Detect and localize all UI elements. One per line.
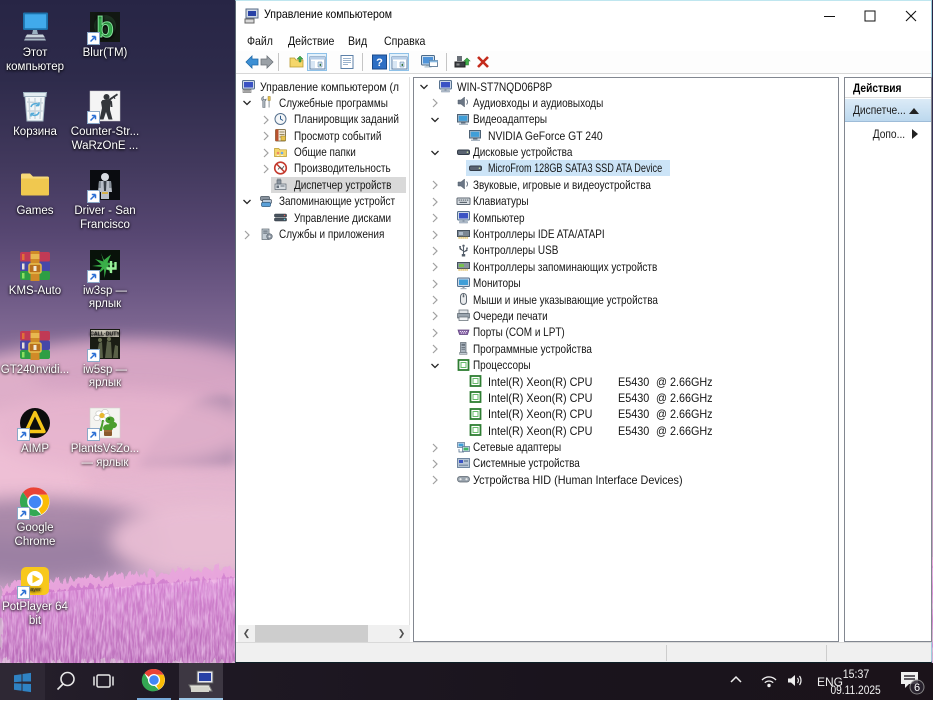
svg-text:layer: layer — [29, 587, 41, 593]
svg-text:CALL·DUTY: CALL·DUTY — [90, 331, 120, 337]
svg-text:?: ? — [376, 57, 383, 69]
svg-text:6: 6 — [914, 682, 920, 694]
